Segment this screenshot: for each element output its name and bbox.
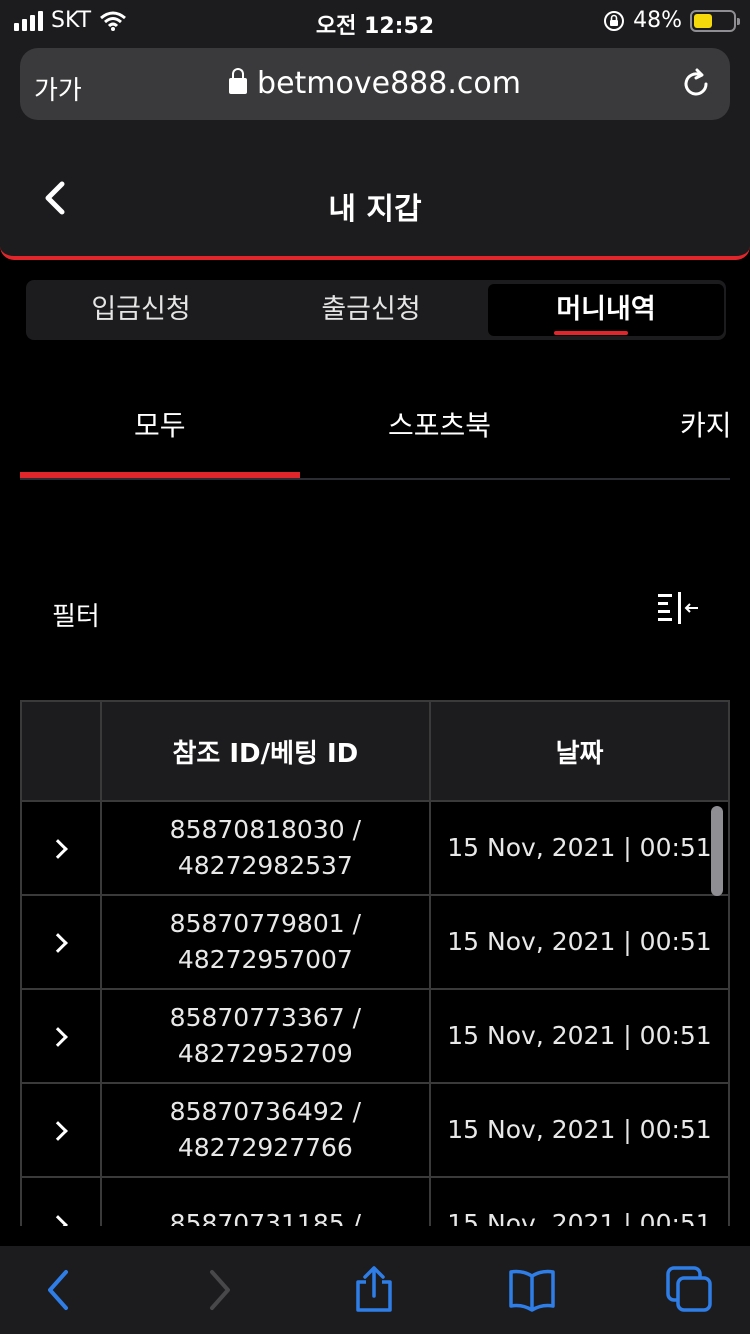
chevron-right-icon: [47, 1027, 68, 1047]
ref-id: 85870773367 /: [169, 1003, 362, 1032]
row-expand[interactable]: [20, 1082, 102, 1178]
browser-toolbar: [0, 1246, 750, 1334]
tab-sportsbook[interactable]: 스포츠북: [388, 404, 491, 444]
money-history-table[interactable]: 참조 ID/베팅 ID 날짜 85870818030 / 48272982537 …: [20, 700, 730, 1226]
table-row[interactable]: 85870818030 / 48272982537 15 Nov, 2021 | …: [20, 800, 730, 896]
segment-active-indicator: [554, 331, 628, 335]
row-expand[interactable]: [20, 988, 102, 1084]
row-date: 15 Nov, 2021 | 00:51: [429, 1176, 730, 1226]
ref-id: 85870818030 /: [169, 815, 362, 844]
table-row[interactable]: 85870773367 / 48272952709 15 Nov, 2021 | …: [20, 988, 730, 1084]
row-ids: 85870736492 / 48272927766: [99, 1082, 432, 1178]
battery-icon: [690, 9, 740, 32]
row-ids: 85870779801 / 48272957007: [99, 894, 432, 990]
header-expand: [20, 700, 102, 802]
filter-label[interactable]: 필터: [52, 596, 100, 633]
bet-id: 48272982537: [177, 851, 353, 880]
bet-id: 48272952709: [177, 1039, 353, 1068]
row-date: 15 Nov, 2021 | 00:51: [429, 800, 730, 896]
header-date: 날짜: [429, 700, 730, 802]
url-text: betmove888.com: [257, 66, 521, 101]
row-ids: 85870773367 / 48272952709: [99, 988, 432, 1084]
ref-id: 85870736492 /: [169, 1097, 362, 1126]
reload-icon[interactable]: [680, 68, 712, 100]
row-date: 15 Nov, 2021 | 00:51: [429, 988, 730, 1084]
chevron-right-icon: [47, 933, 68, 953]
tab-all[interactable]: 모두: [134, 404, 186, 444]
tab-casino[interactable]: 카지: [680, 404, 732, 444]
row-expand[interactable]: [20, 1176, 102, 1226]
row-ids: 85870731185 /: [99, 1176, 432, 1226]
ref-id: 85870731185 /: [169, 1209, 362, 1226]
battery-percent: 48%: [633, 8, 682, 33]
bet-id: 48272957007: [177, 945, 353, 974]
rotation-lock-icon: [604, 10, 625, 31]
chevron-right-icon: [47, 1121, 68, 1141]
row-date: 15 Nov, 2021 | 00:51: [429, 894, 730, 990]
browser-forward-icon[interactable]: [196, 1266, 244, 1314]
table-scrollbar[interactable]: [711, 806, 723, 896]
row-expand[interactable]: [20, 800, 102, 896]
tabs-icon[interactable]: [666, 1266, 714, 1314]
url-display[interactable]: betmove888.com: [20, 66, 730, 101]
status-right: 48%: [603, 8, 740, 33]
table-row[interactable]: 85870779801 / 48272957007 15 Nov, 2021 | …: [20, 894, 730, 990]
browser-chrome: 가가 betmove888.com: [0, 40, 750, 140]
chevron-right-icon: [47, 839, 68, 859]
header-ref-id: 참조 ID/베팅 ID: [99, 700, 432, 802]
segment-withdraw[interactable]: 출금신청: [256, 280, 486, 340]
segment-money-history[interactable]: 머니내역: [488, 284, 724, 336]
browser-back-icon[interactable]: [36, 1266, 84, 1314]
bet-id: 48272927766: [177, 1133, 353, 1162]
share-icon[interactable]: [350, 1266, 398, 1314]
url-bar[interactable]: 가가 betmove888.com: [20, 48, 730, 120]
tab-track: [20, 478, 730, 480]
row-expand[interactable]: [20, 894, 102, 990]
row-ids: 85870818030 / 48272982537: [99, 800, 432, 896]
table-row[interactable]: 85870736492 / 48272927766 15 Nov, 2021 | …: [20, 1082, 730, 1178]
filter-collapse-icon[interactable]: [656, 592, 700, 628]
battery-level: [694, 13, 713, 28]
segment-deposit[interactable]: 입금신청: [26, 280, 256, 340]
table-header-row: 참조 ID/베팅 ID 날짜: [20, 700, 730, 802]
page-title: 내 지갑: [328, 192, 422, 227]
status-bar: SKT 오전 12:52 48%: [0, 0, 750, 40]
app-header: 내 지갑: [0, 140, 750, 260]
bookmarks-icon[interactable]: [508, 1266, 556, 1314]
lock-icon: [229, 68, 248, 94]
tab-active-indicator: [20, 472, 300, 478]
ref-id: 85870779801 /: [169, 909, 362, 938]
row-date: 15 Nov, 2021 | 00:51: [429, 1082, 730, 1178]
chevron-right-icon: [47, 1215, 68, 1226]
table-row[interactable]: 85870731185 / 15 Nov, 2021 | 00:51: [20, 1176, 730, 1226]
